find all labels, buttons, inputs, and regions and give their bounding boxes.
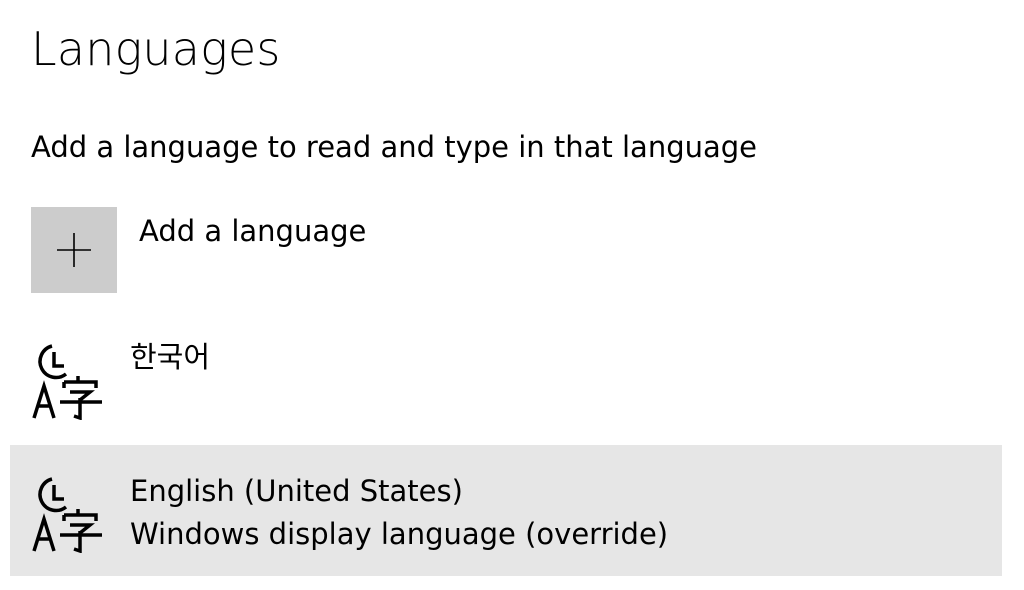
page-description: Add a language to read and type in that … — [31, 130, 758, 164]
language-item-english-us[interactable]: English (United States) Windows display … — [10, 445, 1002, 576]
add-language-label: Add a language — [139, 214, 367, 248]
add-language-button[interactable]: Add a language — [31, 207, 451, 295]
page-title: Languages — [31, 22, 281, 76]
add-language-icon-box[interactable] — [31, 207, 117, 293]
language-name: English (United States) — [130, 474, 463, 508]
language-item-korean[interactable]: 한국어 — [10, 330, 1002, 430]
plus-icon — [57, 233, 91, 267]
language-subtitle: Windows display language (override) — [130, 517, 669, 551]
language-icon — [32, 344, 102, 420]
languages-settings-page: Languages Add a language to read and typ… — [0, 0, 1024, 590]
language-name: 한국어 — [130, 340, 211, 374]
language-icon — [32, 477, 102, 553]
